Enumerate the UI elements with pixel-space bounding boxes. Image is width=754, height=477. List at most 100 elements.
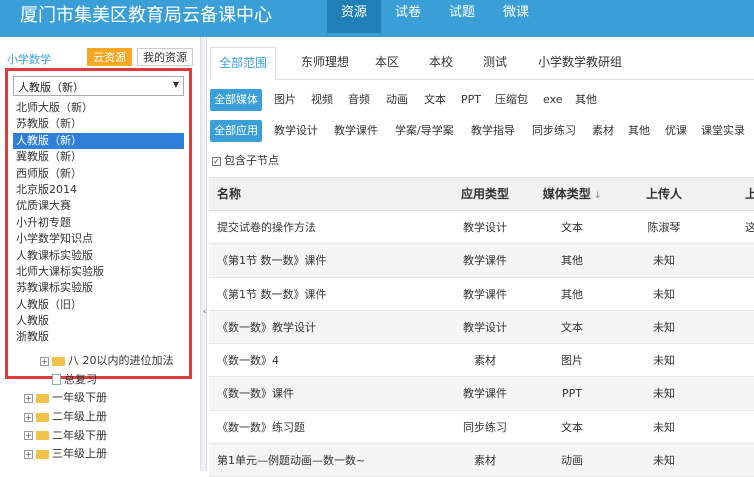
filter-media-archive[interactable]: 压缩包 (495, 89, 528, 111)
table-row[interactable]: 《数一数》教学设计 教学设计 文本 未知 (209, 310, 754, 345)
version-option[interactable]: 西师版（新） (13, 166, 184, 182)
tab-cloud-resources[interactable]: 云资源 (87, 48, 132, 66)
table-row[interactable]: 《数一数》4 素材 图片 未知 (209, 344, 754, 378)
cell-app: 教学课件 (463, 287, 507, 301)
filter-app-recording[interactable]: 课堂实录 (701, 120, 745, 142)
cell-name[interactable]: 《数一数》课件 (217, 377, 447, 410)
sort-down-icon[interactable]: ↓ (594, 191, 602, 201)
table-row[interactable]: 《第1节 数一数》课件 教学课件 其他 未知 (209, 244, 754, 278)
filter-media-other[interactable]: 其他 (575, 89, 597, 111)
col-name-header[interactable]: 名称 (217, 178, 447, 211)
cell-uploader: 未知 (653, 420, 675, 434)
cell-name[interactable]: 《第1节 数一数》课件 (217, 244, 447, 277)
version-option-selected[interactable]: 人教版（新） (13, 132, 184, 150)
cell-name[interactable]: 《第1节 数一数》课件 (217, 278, 447, 311)
cell-name[interactable]: 《数一数》4 (217, 344, 447, 377)
filter-media-animation[interactable]: 动画 (386, 89, 408, 111)
table-row[interactable]: 提交试卷的操作方法 教学设计 文本 陈淑琴 这 (209, 211, 754, 245)
subject-link[interactable]: 小学数学 (7, 51, 51, 67)
tab-school[interactable]: 本校 (421, 47, 461, 80)
filter-app-guidance[interactable]: 教学指导 (471, 120, 515, 142)
cell-name[interactable]: 第1单元—例题动画—数一数~ (217, 444, 447, 477)
cell-app: 教学设计 (463, 221, 507, 234)
version-option[interactable]: 人教版（旧） (13, 297, 184, 313)
resource-table: 名称 应用类型 媒体类型 ↓ 上传人 上 提交试卷的操作方法 教学设计 文本 陈淑… (209, 177, 754, 477)
col-uploader-header[interactable]: 上传人 (621, 178, 707, 211)
include-children-label: 包含子节点 (224, 154, 279, 167)
cell-media: 文本 (561, 320, 583, 334)
filter-media-video[interactable]: 视频 (311, 89, 333, 111)
tree-node-label: 二年级上册 (52, 410, 107, 424)
cell-name[interactable]: 提交试卷的操作方法 (217, 211, 447, 244)
filter-media-all[interactable]: 全部媒体 (210, 89, 262, 111)
tree-node[interactable]: + 一年级下册 (22, 389, 198, 408)
filter-app-quality[interactable]: 优课 (665, 120, 687, 142)
expand-plus-icon[interactable]: + (40, 356, 49, 366)
nav-papers[interactable]: 试卷 (381, 0, 435, 33)
filter-app-courseware[interactable]: 教学课件 (334, 120, 378, 142)
table-row[interactable]: 第1单元—例题动画—数一数~ 素材 动画 未知 (209, 444, 754, 477)
tab-my-resources[interactable]: 我的资源 (137, 48, 193, 66)
version-option[interactable]: 优质课大赛 (13, 198, 184, 214)
version-options: 北师大版（新） 苏教版（新） 人教版（新） 冀教版（新） 西师版（新） 北京版2… (13, 100, 184, 346)
tree-node[interactable]: + 三年级上册 (22, 445, 198, 464)
filter-media-image[interactable]: 图片 (274, 89, 296, 111)
cell-media: 文本 (561, 420, 583, 434)
filter-media-text[interactable]: 文本 (424, 89, 446, 111)
tree-node[interactable]: 总复习 (22, 371, 198, 390)
version-option[interactable]: 北京版2014 (13, 182, 184, 198)
filter-media-ppt[interactable]: PPT (461, 89, 481, 111)
expand-plus-icon[interactable]: + (24, 393, 33, 403)
version-option[interactable]: 人教课标实验版 (13, 248, 184, 264)
include-children-option[interactable]: ✓ 包含子节点 (212, 152, 279, 168)
filter-app-all[interactable]: 全部应用 (210, 120, 262, 142)
version-option[interactable]: 苏教版（新） (13, 116, 184, 132)
table-row[interactable]: 《第1节 数一数》课件 教学课件 其他 未知 (209, 278, 754, 311)
filter-app-other[interactable]: 其他 (628, 120, 650, 142)
tree-node-label: 总复习 (64, 372, 97, 386)
filter-app-study-plan[interactable]: 学案/导学案 (395, 120, 454, 142)
sidebar-splitter[interactable]: ‹ (200, 37, 207, 471)
table-row[interactable]: 《数一数》练习题 同步练习 文本 未知 (209, 411, 754, 445)
col-media-header[interactable]: 媒体类型 ↓ (527, 178, 617, 213)
version-option[interactable]: 北师大版（新） (13, 100, 184, 116)
nav-resources[interactable]: 资源 (327, 0, 382, 33)
version-select[interactable]: 人教版（新） ▼ (13, 76, 184, 96)
expand-plus-icon[interactable]: + (24, 449, 33, 459)
tab-district[interactable]: 本区 (367, 47, 407, 80)
cell-media: 动画 (561, 454, 583, 468)
version-option[interactable]: 小升初专题 (13, 215, 184, 231)
cell-uploader: 未知 (653, 320, 675, 334)
tab-all-scope[interactable]: 全部范围 (210, 47, 277, 80)
folder-icon (36, 412, 49, 422)
col-app-header[interactable]: 应用类型 (445, 178, 525, 211)
tree-node[interactable]: + 二年级上册 (22, 408, 198, 427)
version-select-value: 人教版（新） (18, 81, 84, 94)
cell-name[interactable]: 《数一数》教学设计 (217, 311, 447, 344)
version-option[interactable]: 人教版 (13, 313, 184, 329)
filter-media-exe[interactable]: exe (543, 89, 563, 111)
expand-plus-icon[interactable]: + (24, 412, 33, 422)
table-header: 名称 应用类型 媒体类型 ↓ 上传人 上 (209, 177, 754, 211)
tree-node[interactable]: + 二年级下册 (22, 427, 198, 446)
version-option[interactable]: 浙教版 (13, 329, 184, 345)
nav-microlessons[interactable]: 微课 (489, 0, 543, 33)
version-option[interactable]: 北师大课标实验版 (13, 264, 184, 280)
tab-dongshi[interactable]: 东师理想 (293, 47, 357, 80)
version-option[interactable]: 冀教版（新） (13, 149, 184, 165)
filter-app-practice[interactable]: 同步练习 (532, 120, 576, 142)
version-option[interactable]: 苏教课标实验版 (13, 280, 184, 296)
cell-more: 这 (745, 221, 754, 234)
cell-name[interactable]: 《数一数》练习题 (217, 411, 447, 444)
table-row[interactable]: 《数一数》课件 教学课件 PPT 未知 (209, 377, 754, 411)
tab-math-group[interactable]: 小学数学教研组 (530, 47, 630, 80)
tree-node[interactable]: + 八 20以内的进位加法 (22, 352, 198, 371)
tab-test[interactable]: 测试 (475, 47, 515, 80)
filter-app-material[interactable]: 素材 (592, 120, 614, 142)
nav-questions[interactable]: 试题 (435, 0, 489, 33)
filter-app-design[interactable]: 教学设计 (274, 120, 318, 142)
version-option[interactable]: 小学数学知识点 (13, 231, 184, 247)
expand-plus-icon[interactable]: + (24, 431, 33, 441)
checkbox-checked-icon[interactable]: ✓ (212, 156, 221, 166)
filter-media-audio[interactable]: 音频 (348, 89, 370, 111)
